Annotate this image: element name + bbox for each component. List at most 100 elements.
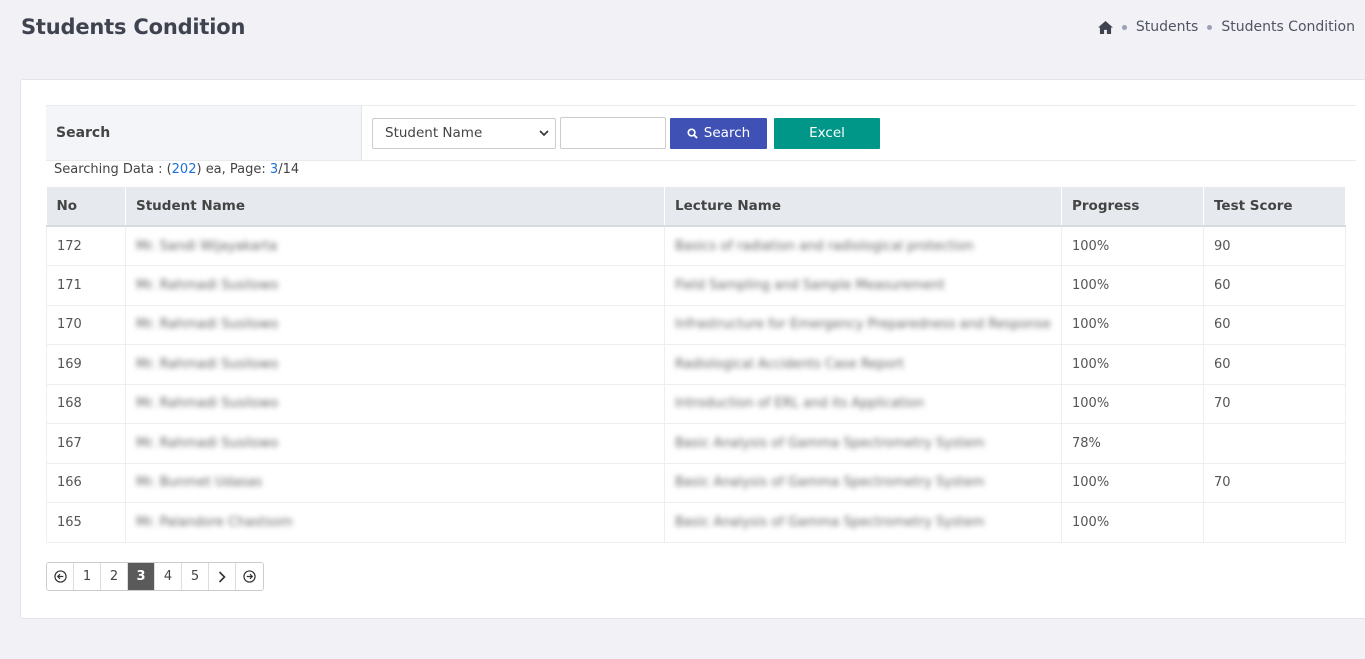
arrow-circle-left-icon [53, 570, 67, 583]
cell-progress: 78% [1061, 423, 1204, 464]
cell-test-score-text: 60 [1214, 356, 1231, 372]
header-student-name: Student Name [125, 187, 665, 227]
cell-test-score: 60 [1203, 265, 1346, 306]
cell-student-name: Mr. Rahmadi Susilowo [125, 383, 665, 424]
cell-student-name-text: Mr. Bunmet Udasas [136, 475, 263, 491]
cell-progress: 100% [1061, 304, 1204, 345]
cell-test-score: 70 [1203, 383, 1346, 424]
table-row[interactable]: 170 Mr. Rahmadi Susilowo Infrastructure fo… [46, 304, 1346, 345]
cell-test-score-text: 70 [1214, 475, 1231, 491]
cell-test-score: 60 [1203, 344, 1346, 385]
cell-student-name-text: Mr. Rahmadi Susilowo [136, 317, 279, 333]
page-2[interactable]: 2 [101, 563, 128, 590]
cell-test-score-text: 90 [1214, 238, 1231, 254]
cell-progress-text: 100% [1072, 277, 1110, 293]
table-row[interactable]: 168 Mr. Rahmadi Susilowo Introduction of E… [46, 383, 1346, 424]
cell-lecture-name-text: Basic Analysis of Gamma Spectrometry Sys… [675, 475, 985, 491]
current-page: 3 [269, 162, 279, 177]
excel-button[interactable]: Excel [774, 117, 880, 149]
chevron-down-icon [539, 129, 549, 136]
total-pages: /14 [278, 162, 300, 177]
cell-no: 166 [46, 462, 126, 503]
cell-test-score-text: 60 [1214, 277, 1231, 293]
header-lecture-name: Lecture Name [664, 187, 1062, 227]
search-bar: Search Student Name Search Excel [46, 105, 1356, 161]
cell-progress-text: 100% [1072, 396, 1110, 412]
search-summary: Searching Data : (202) ea, Page: 3/14 [54, 162, 299, 177]
pagination: 1 2 3 4 5 [46, 562, 264, 591]
cell-no-text: 167 [57, 435, 82, 451]
cell-lecture-name-text: Infrastructure for Emergency Preparednes… [675, 317, 1051, 333]
home-icon[interactable] [1097, 20, 1113, 34]
cell-student-name-text: Mr. Sandi Wijayakarta [136, 238, 278, 254]
cell-progress: 100% [1061, 344, 1204, 385]
cell-student-name: Mr. Rahmadi Susilowo [125, 344, 665, 385]
breadcrumb-students[interactable]: Students [1136, 19, 1198, 35]
next-page-button[interactable] [209, 563, 236, 590]
cell-progress-text: 100% [1072, 356, 1110, 372]
cell-student-name: Mr. Rahmadi Susilowo [125, 265, 665, 306]
table-row[interactable]: 169 Mr. Rahmadi Susilowo Radiological Acci… [46, 344, 1346, 385]
cell-lecture-name: Basic Analysis of Gamma Spectrometry Sys… [664, 462, 1062, 503]
search-field-select[interactable]: Student Name [372, 117, 556, 149]
table-row[interactable]: 166 Mr. Bunmet Udasas Basic Analysis of Ga… [46, 462, 1346, 503]
cell-lecture-name: Field Sampling and Sample Measurement [664, 265, 1062, 306]
cell-student-name: Mr. Rahmadi Susilowo [125, 304, 665, 345]
table-header-row: No Student Name Lecture Name Progress Te… [46, 187, 1346, 227]
table-row[interactable]: 167 Mr. Rahmadi Susilowo Basic Analysis of… [46, 423, 1346, 464]
cell-lecture-name: Infrastructure for Emergency Preparednes… [664, 304, 1062, 345]
header-no: No [46, 187, 126, 227]
page-5[interactable]: 5 [182, 563, 209, 590]
cell-no-text: 169 [57, 356, 82, 372]
cell-progress: 100% [1061, 502, 1204, 543]
chevron-right-icon [218, 570, 226, 583]
table-row[interactable]: 172 Mr. Sandi Wijayakarta Basics of radiat… [46, 225, 1346, 266]
search-field-select-value: Student Name [385, 125, 483, 141]
cell-test-score [1203, 423, 1346, 464]
cell-no-text: 165 [57, 514, 82, 530]
cell-test-score: 70 [1203, 462, 1346, 503]
search-button[interactable]: Search [670, 117, 767, 149]
table-row[interactable]: 165 Mr. Palandore Chastsom Basic Analysis … [46, 502, 1346, 543]
cell-progress-text: 100% [1072, 475, 1110, 491]
page-4[interactable]: 4 [155, 563, 182, 590]
breadcrumb: Students Students Condition [1097, 19, 1355, 35]
summary-prefix: Searching Data : ( [54, 162, 172, 177]
table-row[interactable]: 171 Mr. Rahmadi Susilowo Field Sampling an… [46, 265, 1346, 306]
cell-lecture-name: Basic Analysis of Gamma Spectrometry Sys… [664, 502, 1062, 543]
cell-test-score: 60 [1203, 304, 1346, 345]
search-label: Search [46, 106, 362, 160]
cell-test-score-text: 60 [1214, 317, 1231, 333]
search-controls: Student Name Search Excel [362, 106, 880, 160]
students-table: No Student Name Lecture Name Progress Te… [46, 187, 1346, 543]
page-1[interactable]: 1 [74, 563, 101, 590]
cell-lecture-name-text: Radiological Accidents Case Report [675, 356, 904, 372]
cell-lecture-name: Basic Analysis of Gamma Spectrometry Sys… [664, 423, 1062, 464]
cell-student-name-text: Mr. Palandore Chastsom [136, 514, 293, 530]
cell-no: 170 [46, 304, 126, 345]
cell-student-name-text: Mr. Rahmadi Susilowo [136, 277, 279, 293]
cell-progress: 100% [1061, 265, 1204, 306]
page-3[interactable]: 3 [128, 563, 155, 590]
cell-progress: 100% [1061, 383, 1204, 424]
cell-progress-text: 100% [1072, 514, 1110, 530]
last-page-button[interactable] [236, 563, 263, 590]
search-input[interactable] [560, 117, 666, 149]
cell-no-text: 170 [57, 317, 82, 333]
cell-student-name: Mr. Palandore Chastsom [125, 502, 665, 543]
breadcrumb-separator [1207, 24, 1213, 30]
cell-student-name: Mr. Bunmet Udasas [125, 462, 665, 503]
first-page-button[interactable] [47, 563, 74, 590]
cell-progress-text: 100% [1072, 238, 1110, 254]
breadcrumb-current: Students Condition [1221, 19, 1355, 35]
cell-student-name-text: Mr. Rahmadi Susilowo [136, 356, 279, 372]
cell-no: 171 [46, 265, 126, 306]
cell-lecture-name-text: Basics of radiation and radiological pro… [675, 238, 974, 254]
cell-no: 169 [46, 344, 126, 385]
arrow-circle-right-icon [243, 570, 256, 583]
cell-no: 165 [46, 502, 126, 543]
cell-test-score-text: 70 [1214, 396, 1231, 412]
cell-test-score: 90 [1203, 225, 1346, 266]
cell-lecture-name-text: Basic Analysis of Gamma Spectrometry Sys… [675, 514, 985, 530]
cell-student-name: Mr. Rahmadi Susilowo [125, 423, 665, 464]
